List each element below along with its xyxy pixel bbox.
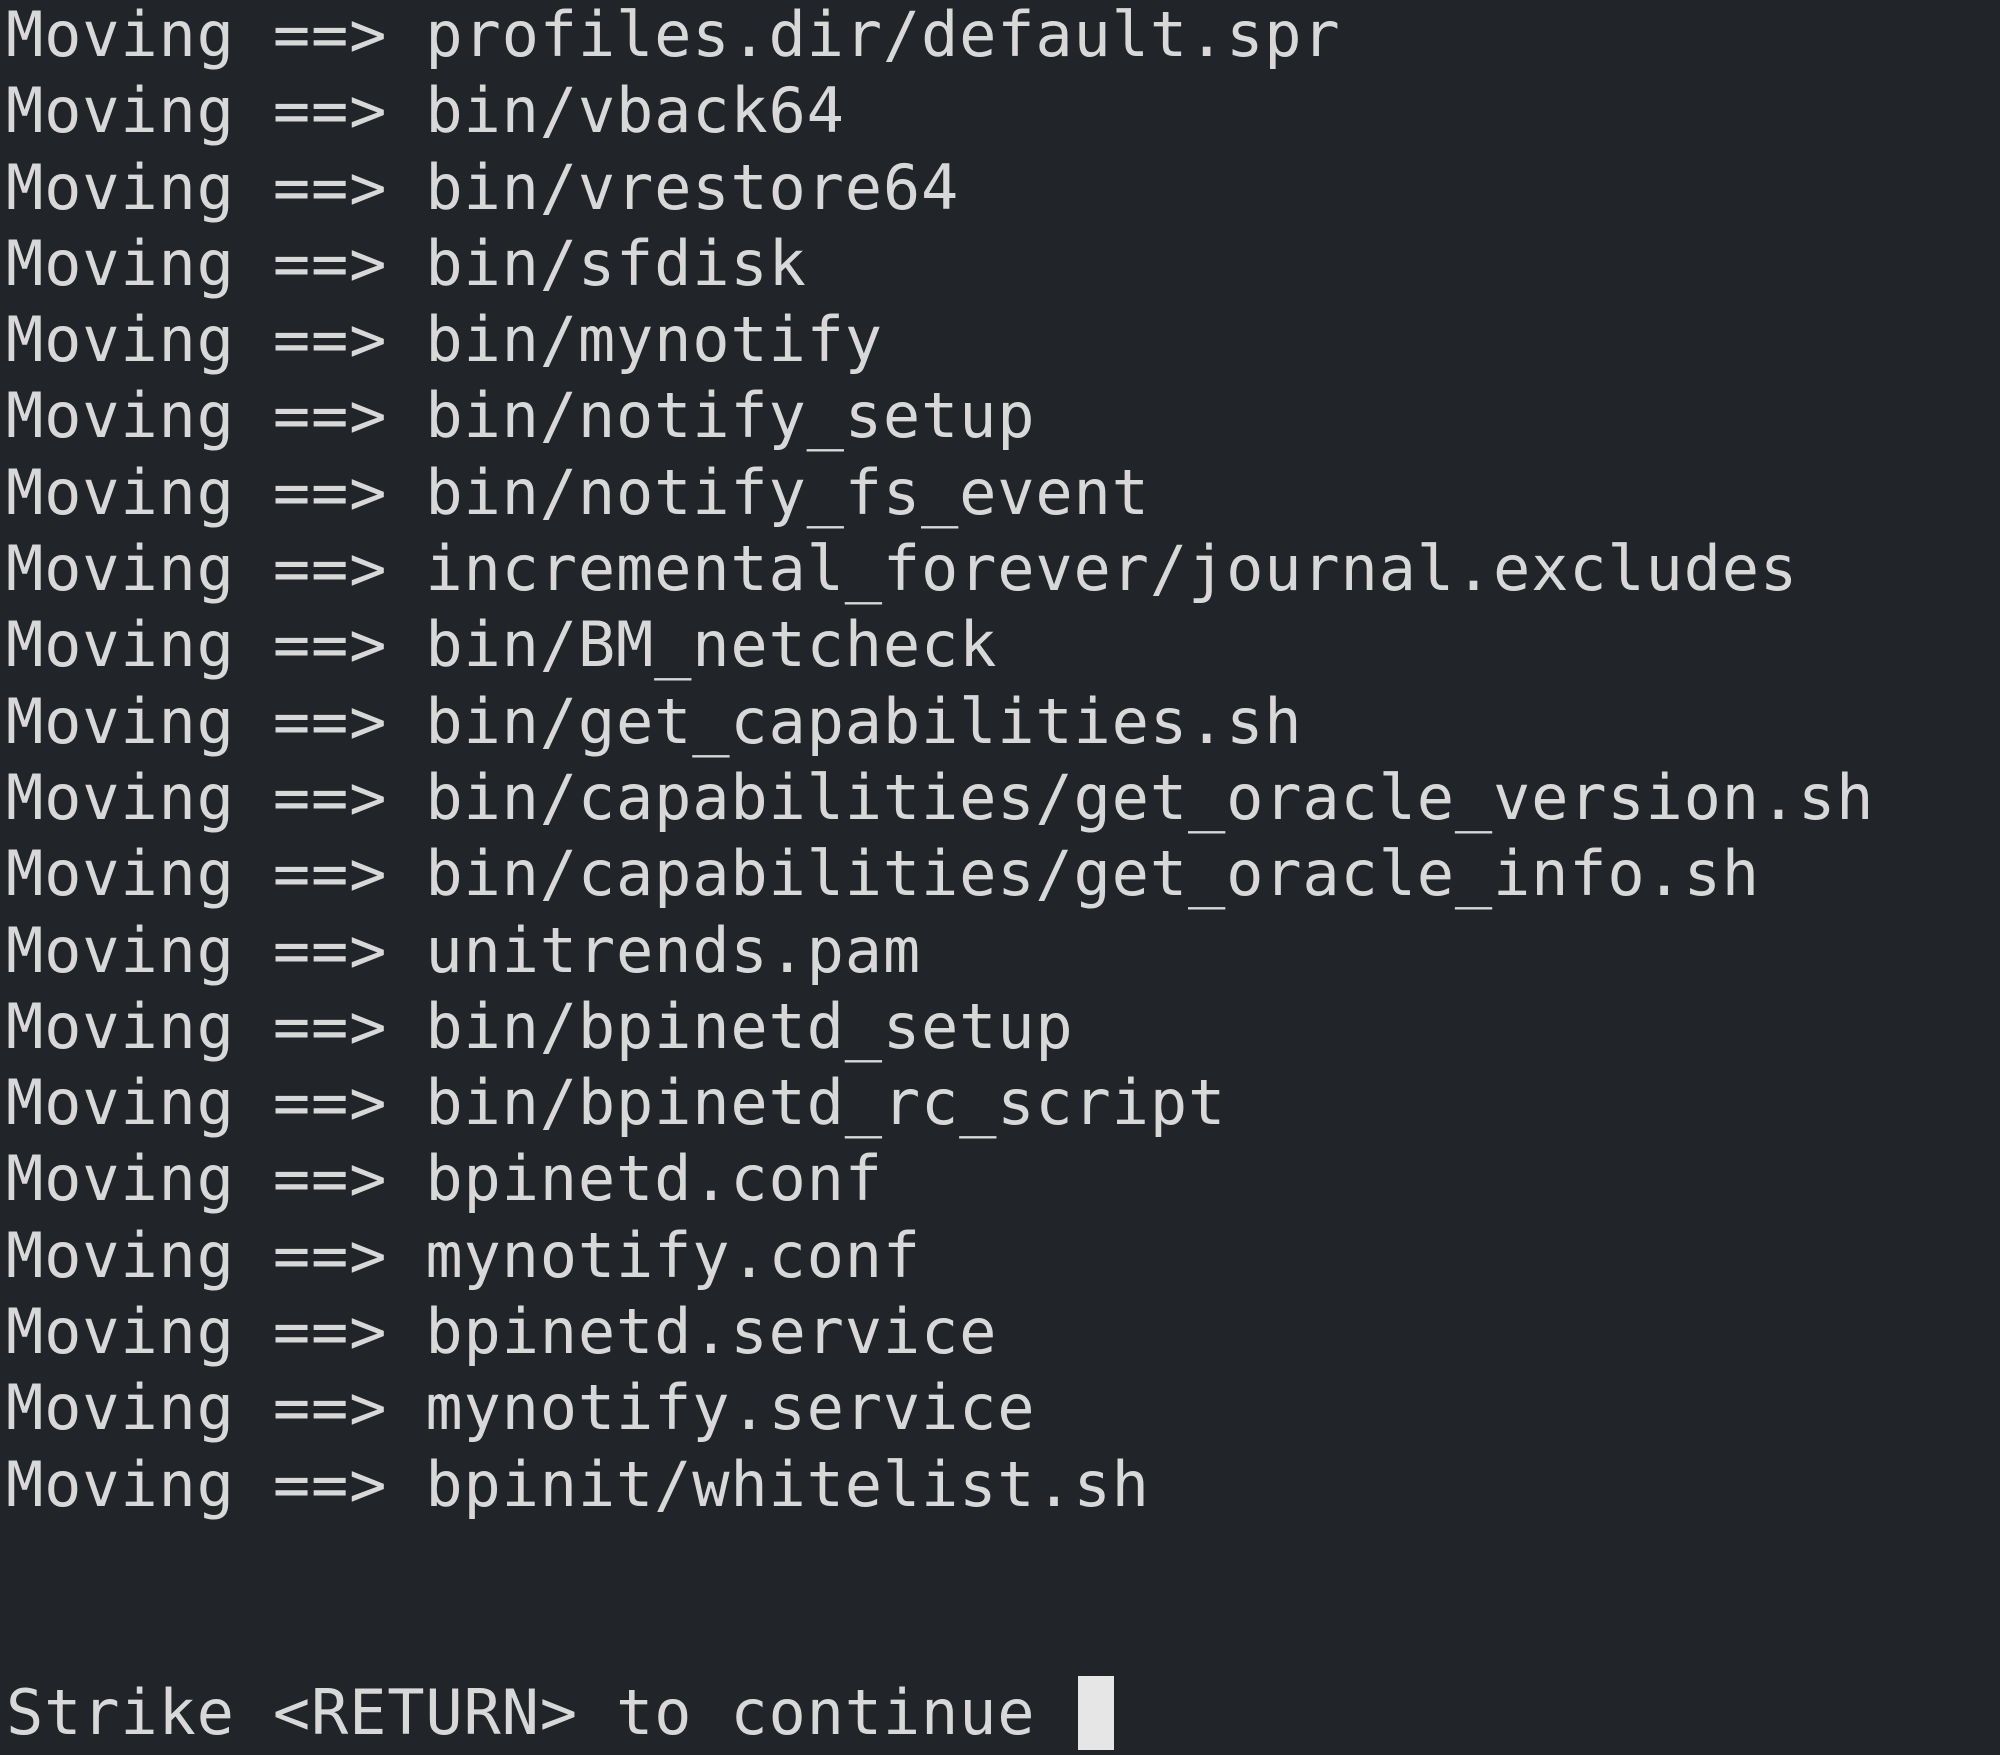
output-line: Moving ==> bin/get_capabilities.sh [6,684,1303,758]
prompt-line[interactable]: Strike <RETURN> to continue [6,1675,1114,1751]
output-line: Moving ==> bpinetd.service [6,1295,998,1369]
output-line: Moving ==> mynotify.service [6,1371,1036,1445]
terminal-window[interactable]: Moving ==> profiles.dir/default.spr Movi… [0,0,2000,1755]
output-line: Moving ==> bin/vback64 [6,74,845,148]
output-line: Moving ==> bin/vrestore64 [6,150,960,224]
output-line: Moving ==> bpinit/whitelist.sh [6,1447,1150,1521]
output-line: Moving ==> bin/notify_fs_event [6,455,1150,529]
output-line: Moving ==> bin/notify_setup [6,379,1036,453]
terminal-output: Moving ==> profiles.dir/default.spr Movi… [6,0,1874,1523]
output-line: Moving ==> bin/BM_netcheck [6,608,998,682]
output-line: Moving ==> bin/sfdisk [6,226,807,300]
output-line: Moving ==> bin/capabilities/get_oracle_v… [6,760,1875,834]
output-line: Moving ==> incremental_forever/journal.e… [6,532,1798,606]
prompt-text: Strike <RETURN> to continue [6,1675,1074,1749]
output-line: Moving ==> bpinetd.conf [6,1142,883,1216]
output-line: Moving ==> bin/bpinetd_setup [6,989,1074,1063]
text-cursor [1077,1676,1114,1750]
output-line: Moving ==> unitrends.pam [6,913,922,987]
output-line: Moving ==> profiles.dir/default.spr [6,0,1341,71]
output-line: Moving ==> bin/capabilities/get_oracle_i… [6,837,1760,911]
output-line: Moving ==> bin/mynotify [6,303,883,377]
output-line: Moving ==> bin/bpinetd_rc_script [6,1066,1227,1140]
output-line: Moving ==> mynotify.conf [6,1218,922,1292]
